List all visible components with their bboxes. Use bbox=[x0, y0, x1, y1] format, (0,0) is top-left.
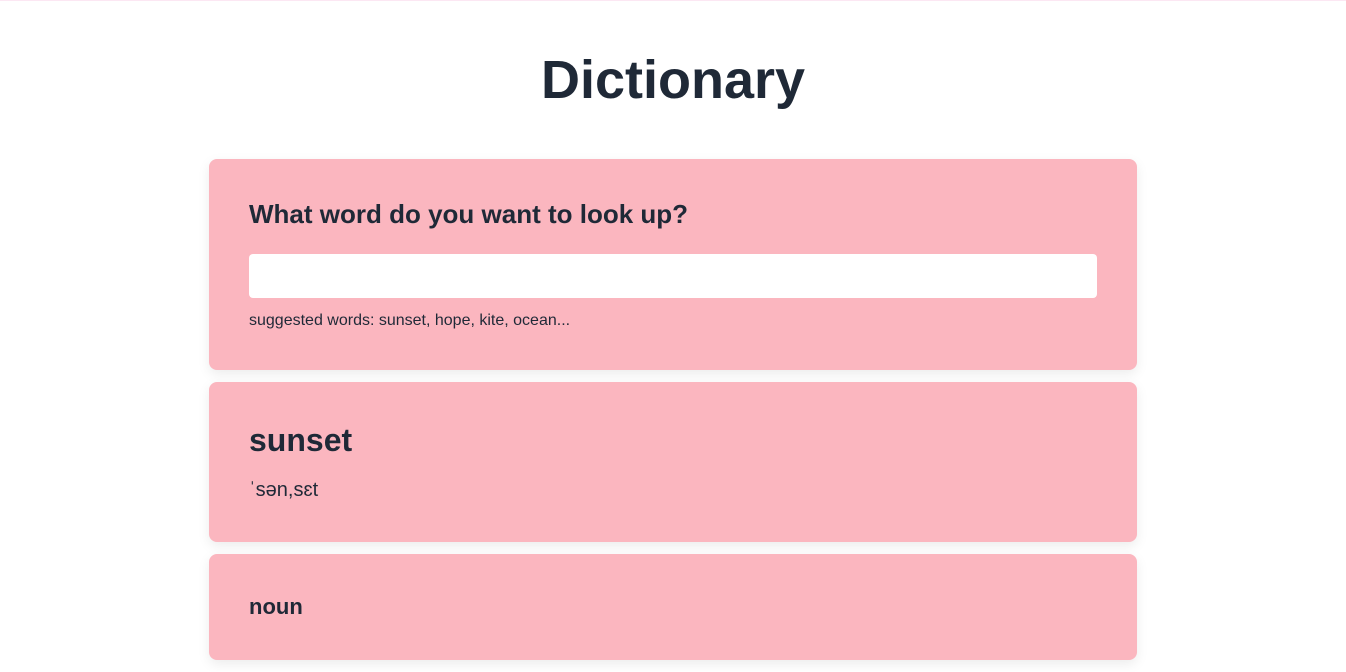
word-card: sunset ˈsən,sɛt bbox=[209, 382, 1137, 542]
lookup-card: What word do you want to look up? sugges… bbox=[209, 159, 1137, 370]
part-of-speech-card: noun bbox=[209, 554, 1137, 660]
page-title: Dictionary bbox=[209, 49, 1137, 111]
word-title: sunset bbox=[249, 422, 1097, 459]
lookup-prompt: What word do you want to look up? bbox=[249, 199, 1097, 230]
part-of-speech: noun bbox=[249, 594, 1097, 620]
suggested-words-text: suggested words: sunset, hope, kite, oce… bbox=[249, 312, 1097, 330]
search-input[interactable] bbox=[249, 254, 1097, 298]
word-phonetic: ˈsən,sɛt bbox=[249, 479, 1097, 502]
